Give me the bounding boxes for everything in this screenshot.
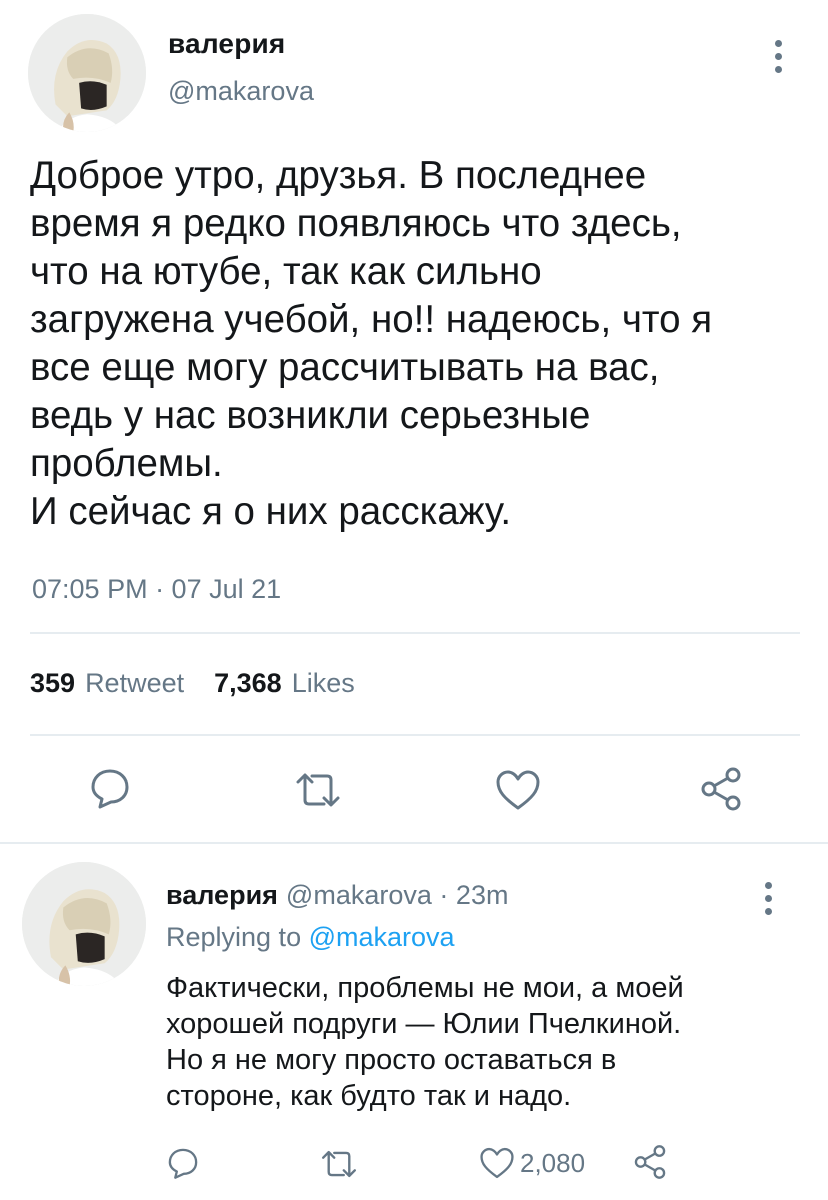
reply-time: 23m — [455, 880, 509, 910]
replying-prefix: Replying to — [166, 922, 302, 952]
like-icon — [480, 1147, 514, 1179]
retweet-icon — [296, 773, 340, 807]
reply-author-handle[interactable]: @makarova — [286, 880, 432, 910]
author-handle[interactable]: @makarova — [168, 76, 314, 107]
separator-dot: · — [439, 880, 449, 910]
reply-share-button[interactable] — [632, 1144, 668, 1180]
tweet-text: Доброе утро, друзья. В последнее время я… — [30, 154, 713, 533]
share-icon — [701, 767, 741, 811]
divider — [30, 632, 800, 634]
replying-to-mention[interactable]: @makarova — [309, 922, 455, 952]
author-avatar[interactable] — [28, 14, 146, 132]
reply-retweet-button[interactable] — [320, 1148, 358, 1180]
retweet-button[interactable] — [294, 770, 342, 810]
divider — [0, 842, 828, 844]
like-icon — [496, 770, 540, 810]
reply-reply-button[interactable] — [166, 1146, 200, 1180]
like-count[interactable]: 7,368 — [214, 668, 282, 699]
like-button[interactable] — [494, 768, 542, 812]
tweet-stats: 359 Retweet 7,368 Likes — [30, 668, 385, 699]
divider — [30, 734, 800, 736]
reply-author-avatar[interactable] — [22, 862, 146, 986]
replying-to-line: Replying to @makarova — [166, 922, 455, 953]
retweet-count[interactable]: 359 — [30, 668, 75, 699]
reply-header: валерия @makarova · 23m — [166, 880, 508, 911]
author-name[interactable]: валерия — [168, 28, 285, 60]
like-label[interactable]: Likes — [292, 668, 355, 699]
more-vertical-icon[interactable] — [768, 40, 788, 73]
reply-like-count: 2,080 — [520, 1148, 586, 1178]
reply-button[interactable] — [88, 766, 132, 810]
reply-icon — [168, 1148, 198, 1179]
share-button[interactable] — [698, 766, 744, 812]
tweet-detail-screen: валерия @makarova Доброе утро, друзья. В… — [0, 0, 828, 1200]
tweet-timestamp: 07:05 PM · 07 Jul 21 — [32, 574, 282, 604]
reply-author-name[interactable]: валерия — [166, 880, 278, 910]
reply-icon — [91, 769, 129, 809]
share-icon — [634, 1145, 666, 1179]
more-vertical-icon[interactable] — [758, 882, 778, 915]
avatar-photo-icon — [22, 862, 146, 986]
retweet-icon — [321, 1150, 357, 1178]
retweet-label[interactable]: Retweet — [85, 668, 184, 699]
reply-text: Фактически, проблемы не мои, а моей хоро… — [166, 972, 684, 1112]
reply-like-button[interactable] — [478, 1146, 516, 1180]
avatar-photo-icon — [28, 14, 146, 132]
